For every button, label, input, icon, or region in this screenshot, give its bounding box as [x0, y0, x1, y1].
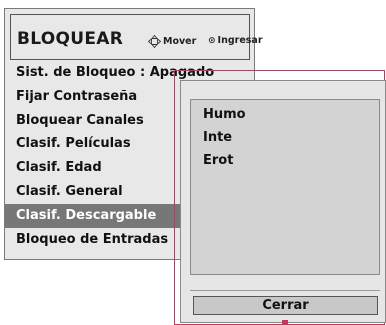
menu-header: BLOQUEAR Mover ⊙ Ingresar	[10, 14, 263, 60]
menu-item-downloadable-rating[interactable]: Clasif. Descargable	[5, 203, 180, 228]
divider	[190, 290, 380, 291]
rating-option[interactable]: Humo	[191, 103, 379, 126]
move-hint: Mover	[148, 35, 196, 48]
move-arrows-icon	[148, 35, 161, 48]
rating-option[interactable]: Inte	[191, 126, 379, 149]
enter-hint-label: Ingresar	[217, 35, 263, 46]
enter-icon: ⊙	[208, 35, 216, 46]
enter-hint: ⊙ Ingresar	[208, 35, 263, 46]
frame-tick-mark	[282, 320, 288, 325]
menu-title: BLOQUEAR	[17, 29, 124, 49]
rating-option[interactable]: Erot	[191, 149, 379, 172]
rating-options-list: Humo Inte Erot	[190, 99, 380, 275]
close-button[interactable]: Cerrar	[193, 296, 378, 315]
move-hint-label: Mover	[163, 36, 197, 47]
downloadable-rating-dialog: Humo Inte Erot Cerrar	[180, 80, 386, 323]
